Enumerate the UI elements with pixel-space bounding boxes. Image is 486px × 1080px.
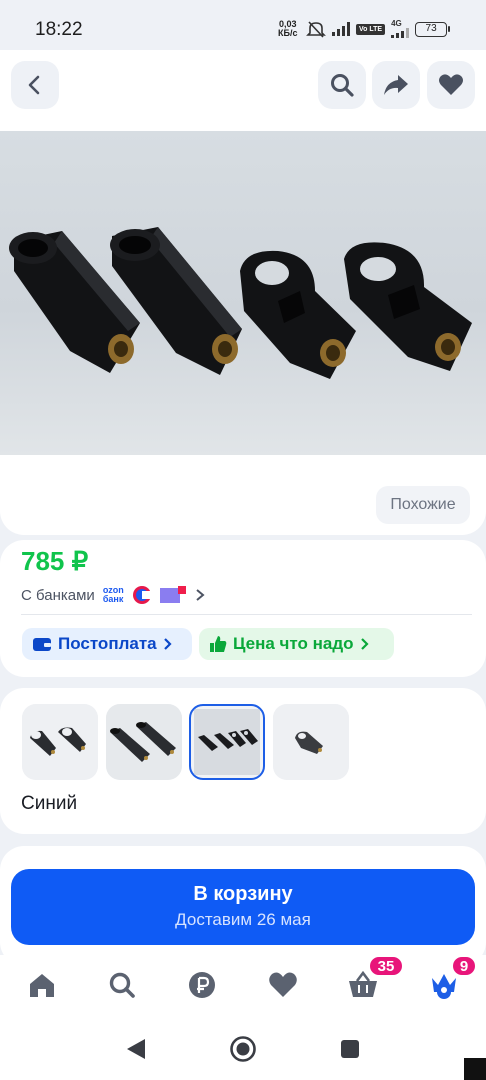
share-button[interactable]	[372, 61, 420, 109]
bank-logo-icon	[132, 586, 151, 604]
banks-label: С банками	[21, 586, 95, 604]
bottom-tab-bar	[0, 955, 486, 1015]
heart-icon	[439, 74, 463, 95]
variant-thumb-3-selected[interactable]	[189, 704, 265, 780]
cart-badge: 35	[368, 955, 404, 977]
status-bar: 18:22 0,03 КБ/с Vo LTE 4G 73	[0, 0, 486, 50]
variant-image-svg	[194, 709, 260, 775]
price-divider	[21, 614, 472, 615]
search-button[interactable]	[318, 61, 366, 109]
heart-icon	[269, 972, 297, 997]
thumbs-up-icon	[210, 636, 227, 652]
product-photo[interactable]	[0, 131, 486, 455]
product-image	[9, 227, 472, 379]
signal-4g-icon	[391, 28, 410, 38]
bank-offers-row[interactable]: С банками ozon банк	[21, 585, 206, 605]
variant-thumb-2[interactable]	[106, 704, 182, 780]
add-to-cart-label: В корзину	[193, 883, 293, 905]
postpay-chip[interactable]: Постоплата	[22, 628, 192, 660]
volte-icon: Vo LTE	[356, 23, 386, 35]
net-speed: 0,03 КБ/с	[278, 20, 297, 38]
chevron-left-icon	[28, 75, 40, 95]
ruble-icon	[189, 972, 215, 998]
variant-image	[22, 704, 98, 780]
tab-finance[interactable]	[182, 968, 222, 1002]
chevron-right-icon	[360, 638, 369, 650]
delivery-date: Доставим 26 мая	[175, 910, 311, 929]
similar-button[interactable]: Похожие	[376, 486, 470, 524]
bank-card-icon	[159, 586, 186, 603]
back-button[interactable]	[11, 61, 59, 109]
fair-price-chip[interactable]: Цена что надо	[199, 628, 394, 660]
signal-4g: 4G	[391, 19, 410, 38]
status-time: 18:22	[35, 19, 83, 40]
battery-icon: 73	[415, 21, 451, 37]
ozon-bank-logo-line2: банк	[102, 594, 124, 604]
nav-home-button[interactable]	[229, 1035, 257, 1063]
variant-image	[194, 709, 260, 775]
chevron-right-icon	[163, 638, 172, 650]
status-icons: Vo LTE 4G 73	[306, 18, 451, 40]
favorite-button[interactable]	[427, 61, 475, 109]
product-price: 785 ₽	[21, 546, 89, 576]
add-to-cart-button[interactable]: В корзину Доставим 26 мая	[11, 869, 475, 945]
search-icon	[331, 74, 354, 97]
square-recents-icon	[341, 1040, 359, 1058]
share-icon	[384, 75, 408, 95]
screen-corner	[464, 1058, 486, 1080]
nav-recents-button[interactable]	[336, 1035, 364, 1063]
variant-image	[273, 704, 349, 780]
wallet-icon	[33, 638, 51, 651]
chevron-right-icon	[196, 589, 205, 601]
search-icon	[109, 972, 135, 998]
tab-favorites[interactable]	[263, 968, 303, 1002]
variant-thumb-1[interactable]	[22, 704, 98, 780]
profile-badge: 9	[451, 955, 477, 977]
mute-icon	[306, 21, 326, 38]
postpay-label: Постоплата	[58, 634, 157, 653]
ozon-bank-logo: ozon банк	[103, 586, 124, 604]
variant-thumb-4[interactable]	[273, 704, 349, 780]
tab-search[interactable]	[102, 968, 142, 1002]
nav-back-button[interactable]	[122, 1035, 150, 1063]
circle-home-icon	[230, 1036, 256, 1062]
fair-price-label: Цена что надо	[233, 634, 354, 653]
selected-color-name: Синий	[21, 793, 78, 814]
tab-home[interactable]	[22, 968, 62, 1002]
home-icon	[30, 974, 54, 997]
net-speed-unit: КБ/с	[278, 28, 298, 38]
signal-icon	[332, 22, 350, 36]
network-type: 4G	[391, 19, 402, 28]
variant-image	[106, 704, 182, 780]
triangle-back-icon	[127, 1039, 145, 1059]
